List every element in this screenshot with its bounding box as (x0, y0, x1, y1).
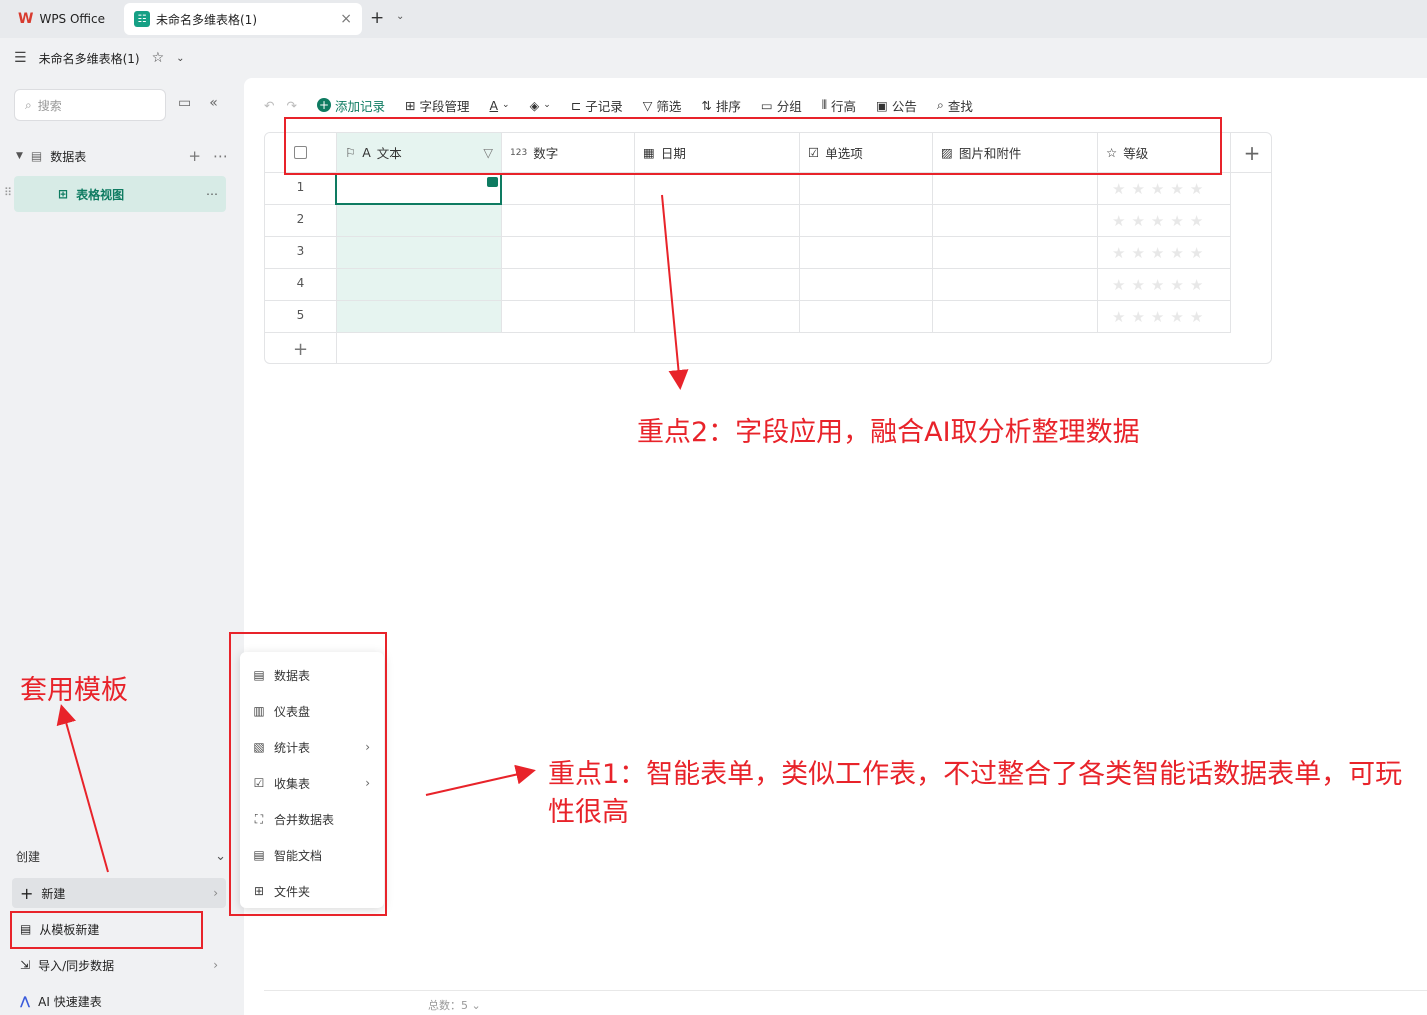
arrow-to-note1 (425, 764, 536, 796)
annotation-arrows (56, 194, 689, 873)
arrow-to-note2 (661, 194, 689, 390)
annotation-note3: 套用模板 (20, 675, 128, 706)
annotation-note1: 重点1：智能表单，类似工作表，不过整合了各类智能话数据表单，可玩性很高 (548, 759, 1403, 828)
annotation-note2: 重点2：字段应用，融合AI取分析整理数据 (637, 417, 1140, 448)
arrow-to-note3 (56, 704, 109, 873)
